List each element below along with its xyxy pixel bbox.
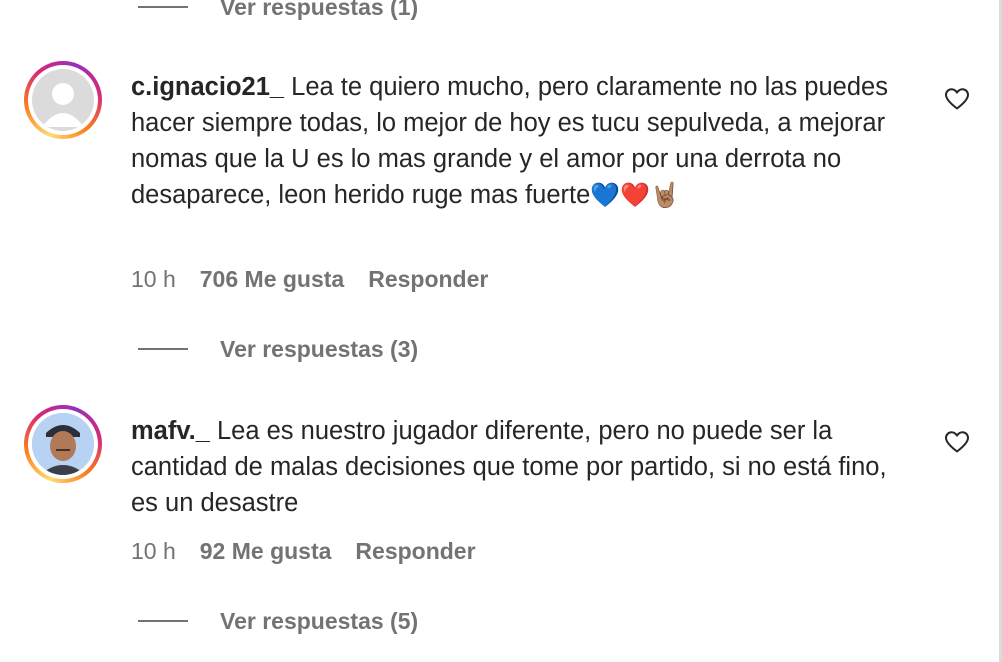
view-replies-previous[interactable]: Ver respuestas (1) <box>138 0 418 22</box>
profile-photo <box>32 413 94 475</box>
reply-button[interactable]: Responder <box>355 538 475 565</box>
likes-count[interactable]: 92 Me gusta <box>200 538 332 565</box>
avatar-ring-inner <box>28 65 98 135</box>
comment-username[interactable]: mafv._ <box>131 417 210 445</box>
view-replies-button[interactable]: Ver respuestas (5) <box>138 606 418 636</box>
view-replies-label: Ver respuestas (1) <box>220 0 419 20</box>
likes-count[interactable]: 706 Me gusta <box>200 266 344 293</box>
comment-text: Lea es nuestro jugador diferente, pero n… <box>131 417 887 517</box>
view-replies-button[interactable]: Ver respuestas (3) <box>138 334 418 364</box>
comment-meta: 10 h 92 Me gusta Responder <box>131 536 476 566</box>
replies-divider-line <box>138 620 188 622</box>
comment-body: c.ignacio21_ Lea te quiero mucho, pero c… <box>131 69 911 213</box>
comment-username[interactable]: c.ignacio21_ <box>131 73 284 101</box>
avatar[interactable] <box>24 61 102 139</box>
replies-divider-line <box>138 6 188 8</box>
heart-icon[interactable] <box>944 430 970 454</box>
reply-button[interactable]: Responder <box>368 266 488 293</box>
heart-icon[interactable] <box>944 87 970 111</box>
comment-emojis: 💙❤️🤘🏽 <box>590 181 680 209</box>
default-avatar-icon <box>32 69 94 131</box>
comment-time: 10 h <box>131 265 176 292</box>
view-replies-label: Ver respuestas (5) <box>220 607 419 634</box>
comments-panel: Ver respuestas (1) c.ignacio21_ Lea te q… <box>0 0 1002 662</box>
avatar-ring-inner <box>28 409 98 479</box>
comment-meta: 10 h 706 Me gusta Responder <box>131 264 488 294</box>
avatar[interactable] <box>24 405 102 483</box>
comment-time: 10 h <box>131 537 176 564</box>
replies-divider-line <box>138 348 188 350</box>
view-replies-label: Ver respuestas (3) <box>220 335 419 362</box>
comment-body: mafv._ Lea es nuestro jugador diferente,… <box>131 413 911 521</box>
